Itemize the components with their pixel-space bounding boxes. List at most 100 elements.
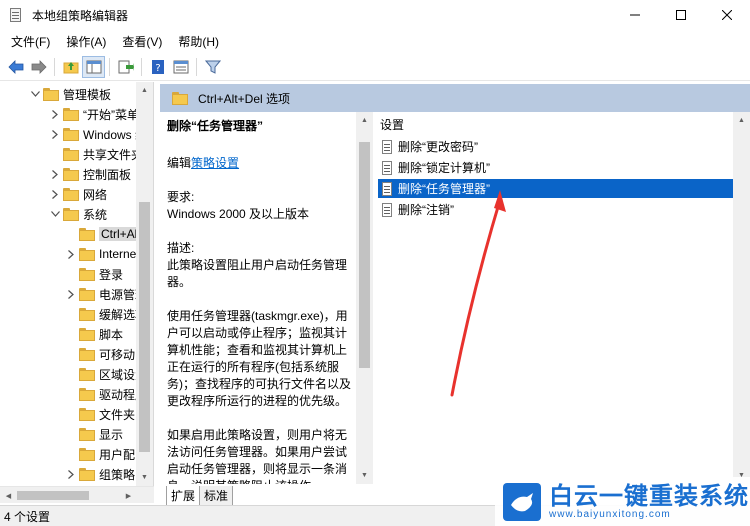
tree-item-label: 脚本 bbox=[99, 327, 124, 342]
setting-row[interactable]: 删除“锁定计算机” bbox=[378, 158, 750, 177]
chevron-right-icon[interactable] bbox=[66, 289, 76, 299]
folder-icon bbox=[79, 447, 95, 461]
scroll-right-icon[interactable]: ▶ bbox=[120, 487, 137, 504]
close-button[interactable] bbox=[704, 0, 750, 30]
tree-item-label: 控制面板 bbox=[83, 167, 132, 182]
tree-item[interactable]: 组策略 bbox=[66, 464, 135, 484]
chevron-down-icon[interactable] bbox=[50, 211, 60, 217]
tree-item[interactable]: 可移动 bbox=[66, 344, 135, 364]
status-text: 4 个设置 bbox=[4, 509, 51, 524]
folder-icon bbox=[63, 127, 79, 141]
export-list-button[interactable] bbox=[114, 56, 137, 78]
show-hide-tree-button[interactable] bbox=[82, 56, 105, 78]
tree-item[interactable]: 系统 bbox=[50, 204, 107, 224]
tree-item[interactable]: “开始”菜单 bbox=[50, 104, 139, 124]
folder-icon bbox=[172, 91, 188, 105]
tree-item[interactable]: 显示 bbox=[66, 424, 123, 444]
scroll-thumb[interactable] bbox=[139, 202, 150, 452]
edit-policy-link[interactable]: 策略设置 bbox=[191, 156, 239, 170]
tree-item-label: 显示 bbox=[99, 427, 124, 442]
group-policy-app-icon bbox=[8, 7, 24, 23]
header-title: Ctrl+Alt+Del 选项 bbox=[198, 91, 291, 106]
menu-help[interactable]: 帮助(H) bbox=[170, 31, 227, 53]
tree-item[interactable]: 文件夹 bbox=[66, 404, 135, 424]
chevron-right-icon[interactable] bbox=[50, 109, 60, 119]
setting-row[interactable]: 删除“更改密码” bbox=[378, 137, 750, 156]
toolbar-separator bbox=[141, 58, 142, 76]
tab-extended[interactable]: 扩展 bbox=[166, 486, 201, 506]
scroll-up-icon[interactable]: ▲ bbox=[136, 82, 153, 99]
description-pane: 删除“任务管理器” 编辑策略设置 要求: Windows 2000 及以上版本 … bbox=[162, 112, 358, 484]
up-folder-button[interactable] bbox=[59, 56, 82, 78]
menu-view[interactable]: 查看(V) bbox=[114, 31, 170, 53]
policy-setting-icon bbox=[380, 160, 394, 175]
chevron-right-icon[interactable] bbox=[50, 189, 60, 199]
tree-vertical-scrollbar[interactable]: ▲ ▼ bbox=[136, 82, 153, 486]
scroll-up-icon[interactable]: ▲ bbox=[356, 112, 373, 129]
tree-pane: 管理模板 “开始”菜单 Windows 组共享文件夹控制面板网络 系统 Ctrl+Al I… bbox=[0, 82, 154, 486]
settings-scrollbar[interactable]: ▲ ▼ bbox=[733, 112, 750, 484]
description-scrollbar[interactable]: ▲ ▼ bbox=[356, 112, 373, 484]
tree-item[interactable]: 驱动程序 bbox=[66, 384, 147, 404]
bird-logo-icon bbox=[503, 482, 541, 521]
policy-setting-icon bbox=[380, 139, 394, 154]
policy-setting-icon bbox=[380, 181, 394, 196]
scroll-left-icon[interactable]: ◀ bbox=[0, 487, 17, 504]
tree-item-label: 管理模板 bbox=[63, 87, 112, 102]
settings-column-header[interactable]: 设置 bbox=[380, 116, 404, 133]
properties-icon bbox=[173, 60, 188, 74]
help-icon: ? bbox=[151, 60, 164, 74]
tree-item[interactable]: Windows 组 bbox=[50, 124, 147, 144]
help-button[interactable]: ? bbox=[146, 56, 169, 78]
tree-item[interactable]: 共享文件夹 bbox=[50, 144, 143, 164]
tree-item-label: 可移动 bbox=[99, 347, 136, 362]
folder-icon bbox=[79, 407, 95, 421]
tree-item-label: Ctrl+Al bbox=[99, 227, 140, 241]
toolbar-separator bbox=[109, 58, 110, 76]
menu-bar: 文件(F) 操作(A) 查看(V) 帮助(H) bbox=[0, 31, 750, 53]
chevron-right-icon[interactable] bbox=[66, 469, 76, 479]
chevron-right-icon[interactable] bbox=[50, 129, 60, 139]
tree-item-label: 登录 bbox=[99, 267, 124, 282]
scroll-thumb[interactable] bbox=[17, 491, 89, 500]
filter-button[interactable] bbox=[201, 56, 224, 78]
setting-label: 删除“锁定计算机” bbox=[398, 161, 490, 175]
forward-button[interactable] bbox=[27, 56, 50, 78]
chevron-down-icon[interactable] bbox=[30, 91, 40, 97]
minimize-button[interactable] bbox=[612, 0, 658, 30]
tree-item[interactable]: 用户配 bbox=[66, 444, 135, 464]
tree-horizontal-scrollbar[interactable]: ◀ ▶ bbox=[0, 486, 154, 503]
scroll-down-icon[interactable]: ▼ bbox=[356, 467, 373, 484]
folder-icon bbox=[79, 327, 95, 341]
properties-button[interactable] bbox=[169, 56, 192, 78]
policy-setting-icon bbox=[380, 202, 394, 217]
scroll-up-icon[interactable]: ▲ bbox=[733, 112, 750, 129]
chevron-right-icon[interactable] bbox=[50, 169, 60, 179]
scroll-down-icon[interactable]: ▼ bbox=[136, 469, 153, 486]
maximize-button[interactable] bbox=[658, 0, 704, 30]
tree-item[interactable]: 登录 bbox=[66, 264, 123, 284]
chevron-right-icon[interactable] bbox=[66, 249, 76, 259]
maximize-icon bbox=[676, 10, 686, 20]
tree-item[interactable]: Ctrl+Al bbox=[66, 224, 140, 244]
tree-item[interactable]: 缓解选项 bbox=[66, 304, 147, 324]
setting-row[interactable]: 删除“任务管理器” bbox=[378, 179, 750, 198]
menu-action[interactable]: 操作(A) bbox=[58, 31, 114, 53]
open-folder-icon bbox=[43, 87, 59, 101]
tree-item[interactable]: 区域设置 bbox=[66, 364, 147, 384]
scroll-thumb[interactable] bbox=[359, 142, 370, 368]
tree-item[interactable]: 网络 bbox=[50, 184, 107, 204]
tree-item[interactable]: Internet bbox=[66, 244, 140, 264]
description-text: 此策略设置阻止用户启动任务管理器。 bbox=[167, 258, 348, 289]
menu-file[interactable]: 文件(F) bbox=[3, 31, 58, 53]
tree-item[interactable]: 电源管理 bbox=[66, 284, 147, 304]
tree-item[interactable]: 管理模板 bbox=[30, 84, 111, 104]
setting-row[interactable]: 删除“注销” bbox=[378, 200, 750, 219]
folder-icon bbox=[79, 307, 95, 321]
folder-icon bbox=[63, 167, 79, 181]
tab-standard[interactable]: 标准 bbox=[199, 486, 234, 506]
back-button[interactable] bbox=[4, 56, 27, 78]
tree-item[interactable]: 控制面板 bbox=[50, 164, 131, 184]
open-folder-icon bbox=[63, 207, 79, 221]
tree-item[interactable]: 脚本 bbox=[66, 324, 123, 344]
